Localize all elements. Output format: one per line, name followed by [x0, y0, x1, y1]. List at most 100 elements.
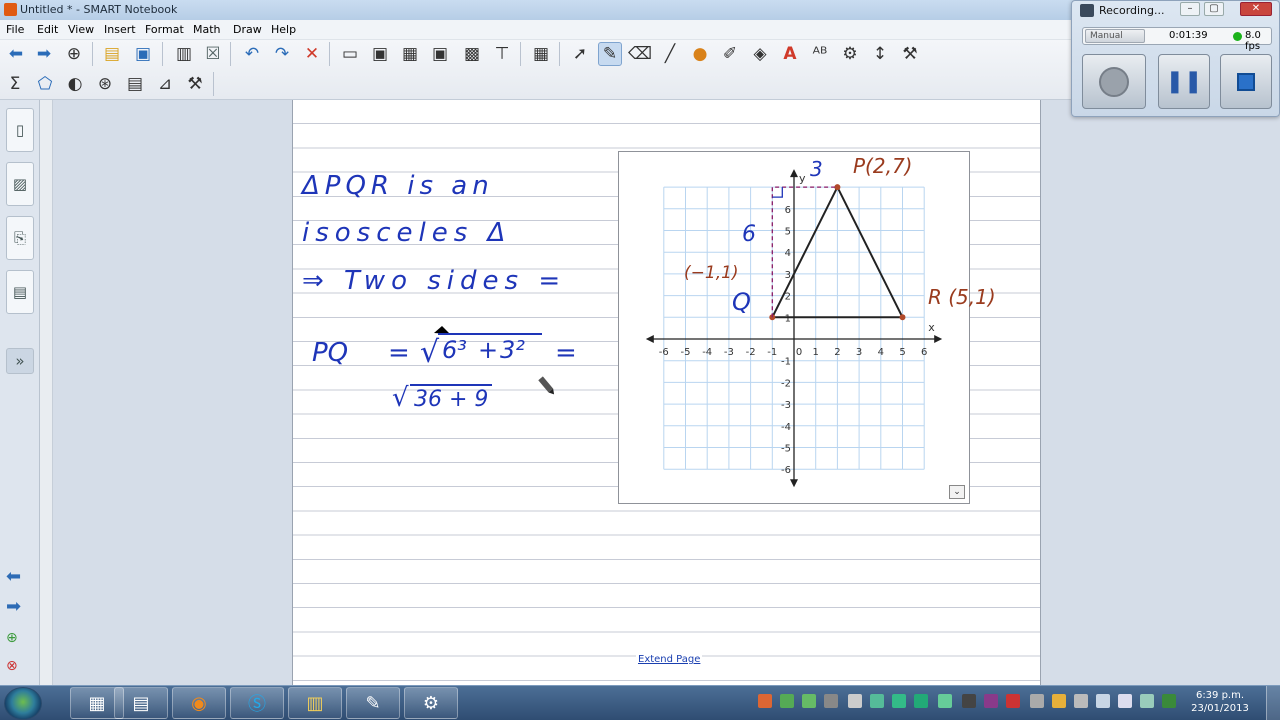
recorder-maximize-button[interactable]: ▢ — [1204, 2, 1224, 16]
geometry-icon[interactable]: ⊛ — [93, 72, 117, 96]
redo-icon[interactable]: ↷ — [270, 42, 294, 66]
menu-view[interactable]: View — [68, 23, 94, 36]
hw-line-1: ΔPQR is an — [300, 171, 494, 201]
line-icon[interactable]: ╱ — [658, 42, 682, 66]
hw-equals-2: = — [555, 338, 577, 368]
y-tick-label: -3 — [781, 400, 791, 411]
menu-draw[interactable]: Draw — [233, 23, 262, 36]
stop-button[interactable] — [1220, 54, 1272, 109]
tray-icon-5[interactable] — [848, 694, 862, 708]
auto-hide-icon[interactable]: » — [6, 348, 34, 374]
recorder-window[interactable]: Recording... – ▢ ✕ Manual 0:01:39 8.0 fp… — [1071, 0, 1280, 117]
x-tick-label: 6 — [921, 347, 927, 358]
sidebar-scrollbar[interactable] — [40, 100, 53, 685]
remove-page-icon[interactable]: ⊗ — [6, 658, 18, 674]
x-axis-arrow-left — [645, 335, 654, 343]
add-page-icon[interactable]: ⊕ — [6, 630, 18, 646]
text-icon[interactable]: A — [778, 42, 802, 66]
taskbar-recorder-icon[interactable]: ⚙ — [404, 687, 458, 719]
document-camera-icon[interactable]: ⊤ — [490, 42, 514, 66]
pen-icon[interactable]: ✎ — [598, 42, 622, 66]
tray-icon-1[interactable] — [758, 694, 772, 708]
display-screen-icon[interactable]: ▣ — [428, 42, 452, 66]
forward-arrow-icon[interactable]: ➡ — [32, 42, 56, 66]
tray-icon-7[interactable] — [892, 694, 906, 708]
recorder-mode-dropdown[interactable]: Manual — [1085, 29, 1145, 43]
taskbar-firefox-icon[interactable]: ◉ — [172, 687, 226, 719]
annotation-three: 3 — [810, 157, 823, 181]
menu-math[interactable]: Math — [193, 23, 221, 36]
screen-shade-icon[interactable]: ▭ — [338, 42, 362, 66]
undo-icon[interactable]: ↶ — [240, 42, 264, 66]
shapes-icon[interactable]: ● — [688, 42, 712, 66]
fill-icon[interactable]: ◈ — [748, 42, 772, 66]
tray-icon-12[interactable] — [1006, 694, 1020, 708]
record-button[interactable] — [1082, 54, 1146, 109]
gallery-tab[interactable]: ▨ — [6, 162, 34, 206]
paste-icon[interactable]: ▥ — [172, 42, 196, 66]
taskbar: ▦ ▤ ◉ Ⓢ ▥ ✎ ⚙ 6:39 p.m. 23/01/2013 — [0, 685, 1280, 720]
tray-icon-2[interactable] — [780, 694, 794, 708]
system-clock[interactable]: 6:39 p.m. 23/01/2013 — [1190, 689, 1250, 715]
tray-icon-13[interactable] — [1030, 694, 1044, 708]
menu-insert[interactable]: Insert — [104, 23, 136, 36]
handwriting-recognition-icon[interactable]: ᴬᴮ — [808, 42, 832, 66]
screen-capture-icon[interactable]: ▩ — [460, 42, 484, 66]
measurement-icon[interactable]: ◐ — [63, 72, 87, 96]
tray-icon-15[interactable] — [1074, 694, 1088, 708]
shape-recognition-icon[interactable]: ⬠ — [33, 72, 57, 96]
volume-icon[interactable] — [1118, 694, 1132, 708]
eraser-icon[interactable]: ⌫ — [628, 42, 652, 66]
move-toolbar-icon[interactable]: ↕ — [868, 42, 892, 66]
attachments-tab[interactable]: ⎘ — [6, 216, 34, 260]
taskbar-notebook-icon[interactable]: ✎ — [346, 687, 400, 719]
menu-file[interactable]: File — [6, 23, 24, 36]
delete-icon[interactable]: ✕ — [300, 42, 324, 66]
tray-icon-3[interactable] — [802, 694, 816, 708]
onenote-tray-icon[interactable] — [984, 694, 998, 708]
window-title: Untitled * - SMART Notebook — [20, 3, 178, 16]
menu-help[interactable]: Help — [271, 23, 296, 36]
add-page-icon[interactable]: ⊕ — [62, 42, 86, 66]
next-page-icon[interactable]: ➡ — [6, 596, 21, 617]
save-icon[interactable]: ▣ — [131, 42, 155, 66]
taskbar-calculator-icon[interactable]: ▤ — [114, 687, 168, 719]
page-sorter-tab[interactable]: ▯ — [6, 108, 34, 152]
transparent-background-icon[interactable]: ▦ — [398, 42, 422, 66]
network-icon[interactable] — [1140, 694, 1154, 708]
menu-edit[interactable]: Edit — [37, 23, 58, 36]
tray-icon-9[interactable] — [938, 694, 952, 708]
menu-format[interactable]: Format — [145, 23, 184, 36]
tray-icon-4[interactable] — [824, 694, 838, 708]
magic-pen-icon[interactable]: ✐ — [718, 42, 742, 66]
tray-icon-8[interactable] — [914, 694, 928, 708]
back-arrow-icon[interactable]: ⬅ — [4, 42, 28, 66]
tray-icon-10[interactable] — [962, 694, 976, 708]
excel-tray-icon[interactable] — [1162, 694, 1176, 708]
show-desktop-button[interactable] — [1266, 686, 1280, 720]
open-folder-icon[interactable]: ▤ — [100, 42, 124, 66]
previous-page-icon[interactable]: ⬅ — [6, 566, 21, 587]
start-button[interactable] — [4, 687, 42, 720]
collapse-menu-icon[interactable]: ⌄ — [949, 485, 965, 499]
table-icon[interactable]: ▦ — [529, 42, 553, 66]
taskbar-skype-icon[interactable]: Ⓢ — [230, 687, 284, 719]
math-sigma-icon[interactable]: Σ — [3, 72, 27, 96]
recorder-close-button[interactable]: ✕ — [1240, 2, 1272, 16]
customize-toolbar-icon[interactable]: ⚒ — [898, 42, 922, 66]
tray-icon-14[interactable] — [1052, 694, 1066, 708]
math-tools-icon[interactable]: ⚒ — [183, 72, 207, 96]
pause-button[interactable]: ❚❚ — [1158, 54, 1210, 109]
recorder-minimize-button[interactable]: – — [1180, 2, 1200, 16]
full-screen-icon[interactable]: ▣ — [368, 42, 392, 66]
graph-icon[interactable]: ⊿ — [153, 72, 177, 96]
taskbar-explorer-icon[interactable]: ▥ — [288, 687, 342, 719]
tray-icon-6[interactable] — [870, 694, 884, 708]
tray-icon-16[interactable] — [1096, 694, 1110, 708]
delete-page-icon[interactable]: ☒ — [201, 42, 225, 66]
table-tools-icon[interactable]: ▤ — [123, 72, 147, 96]
properties-icon[interactable]: ⚙ — [838, 42, 862, 66]
select-arrow-icon[interactable]: ➚ — [568, 42, 592, 66]
properties-tab[interactable]: ▤ — [6, 270, 34, 314]
extend-page-link[interactable]: Extend Page — [636, 654, 703, 665]
